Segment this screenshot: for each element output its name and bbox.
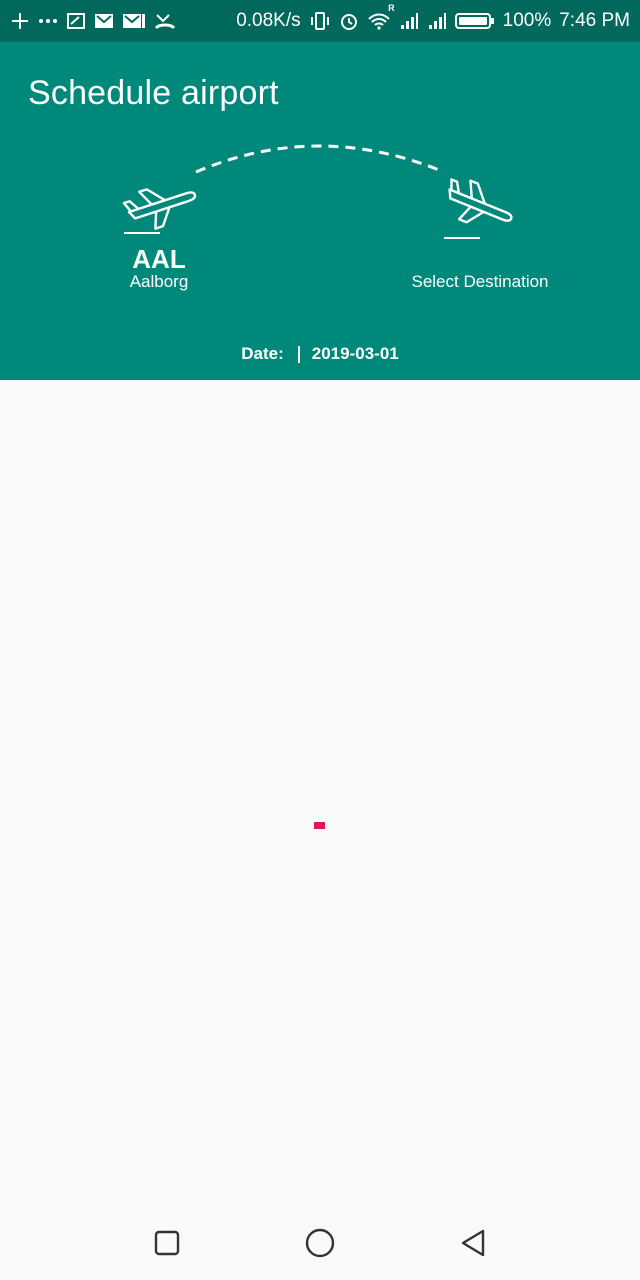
gmail-icon <box>94 9 114 33</box>
more-icon <box>38 9 58 33</box>
add-icon <box>10 9 30 33</box>
page-title: Schedule airport <box>28 74 279 112</box>
status-left-icons <box>10 9 176 33</box>
date-separator <box>297 345 300 363</box>
back-button[interactable] <box>453 1223 493 1263</box>
landing-icon <box>448 178 513 224</box>
wifi-icon: R <box>367 3 395 33</box>
date-label: Date: <box>241 344 284 363</box>
back-icon <box>462 1229 485 1257</box>
loading-indicator <box>314 822 325 829</box>
battery-icon <box>454 9 495 33</box>
status-right-icons: 0.08K/s R 100% 7:46 PM <box>236 3 630 33</box>
navigation-bar <box>0 1206 640 1280</box>
alarm-icon <box>339 9 359 33</box>
missed-call-icon <box>154 9 176 33</box>
origin-airport-code[interactable]: AAL <box>100 244 218 275</box>
home-icon <box>305 1228 335 1258</box>
network-speed: 0.08K/s <box>236 10 301 31</box>
select-destination-button[interactable]: Select Destination <box>380 272 580 292</box>
gmail-icon <box>122 9 146 33</box>
recents-icon <box>154 1230 179 1256</box>
clock: 7:46 PM <box>559 10 630 31</box>
vibrate-icon <box>309 9 331 33</box>
status-bar: 0.08K/s R 100% 7:46 PM <box>0 0 640 42</box>
signal-icon <box>427 9 447 33</box>
home-button[interactable] <box>300 1223 340 1263</box>
signal-icon <box>399 9 419 33</box>
date-selector[interactable]: Date: 2019-03-01 <box>0 344 640 364</box>
battery-percent: 100% <box>502 10 552 31</box>
destination-underline <box>444 237 480 239</box>
origin-underline <box>124 232 160 234</box>
cast-icon <box>66 9 86 33</box>
origin-airport-name[interactable]: Aalborg <box>100 272 218 292</box>
date-value[interactable]: 2019-03-01 <box>312 344 399 364</box>
header: Schedule airport AAL Aalborg Select Dest… <box>0 42 640 380</box>
roaming-indicator: R <box>388 3 395 13</box>
takeoff-icon <box>122 188 197 230</box>
flight-path-arc <box>195 144 445 174</box>
recents-button[interactable] <box>147 1223 187 1263</box>
